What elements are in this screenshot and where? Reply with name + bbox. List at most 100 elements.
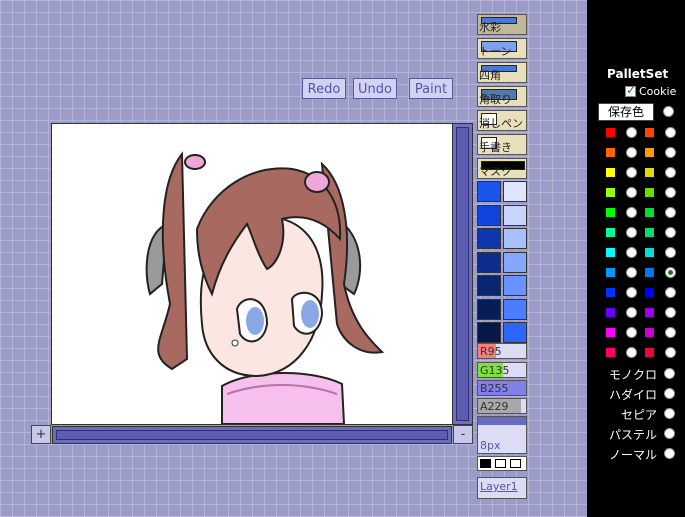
mask-mode-white-1[interactable] [495,459,506,468]
palette-color-dot[interactable] [645,188,654,197]
color-swatch[interactable] [503,298,527,320]
palette-preset-radio[interactable] [664,448,675,459]
tool-freehand[interactable]: 手書き [477,134,527,155]
color-swatch[interactable] [477,275,501,296]
mask-mode-selector[interactable] [477,456,527,471]
palette-color-dot[interactable] [645,248,654,257]
palette-preset-radio[interactable] [664,368,675,379]
palette-color-dot[interactable] [645,148,654,157]
palette-radio[interactable] [665,247,676,258]
palette-color-dot[interactable] [606,288,615,297]
palette-radio[interactable] [626,327,637,338]
palette-radio[interactable] [626,307,637,318]
zoom-out-button[interactable]: - [453,425,473,444]
palette-radio[interactable] [665,267,676,278]
paint-button[interactable]: Paint [409,78,453,99]
checkmark-icon: ✓ [626,83,637,97]
palette-radio[interactable] [626,227,637,238]
red-slider[interactable]: R95 [477,343,527,359]
palette-radio[interactable] [665,347,676,358]
palette-color-dot[interactable] [606,148,615,157]
palette-radio[interactable] [665,147,676,158]
palette-color-dot[interactable] [645,208,654,217]
palette-preset-radio[interactable] [664,388,675,399]
palette-color-dot[interactable] [606,188,615,197]
alpha-slider[interactable]: A229 [477,398,527,414]
palette-color-dot[interactable] [606,128,615,137]
color-swatch[interactable] [477,298,501,320]
palette-color-dot[interactable] [645,168,654,177]
palette-preset-radio[interactable] [664,428,675,439]
mask-mode-black[interactable] [480,459,491,468]
pen-size-selector[interactable]: 8px [477,416,527,454]
mask-mode-white-2[interactable] [510,459,521,468]
palette-preset-radio[interactable] [664,408,675,419]
blue-slider[interactable]: B255 [477,380,527,396]
palette-color-dot[interactable] [606,348,615,357]
palette-radio[interactable] [626,127,637,138]
palette-color-dot[interactable] [645,308,654,317]
save-color-button[interactable]: 保存色 [598,103,654,121]
horizontal-scrollbar[interactable] [52,426,452,444]
palette-radio[interactable] [665,287,676,298]
palette-color-dot[interactable] [606,208,615,217]
palette-color-dot[interactable] [606,248,615,257]
palette-color-dot[interactable] [645,268,654,277]
color-swatch[interactable] [503,228,527,249]
horizontal-scroll-thumb[interactable] [56,430,448,440]
save-color-radio[interactable] [663,106,674,117]
tool-corner-cut[interactable]: 角取り [477,86,527,107]
color-swatch[interactable] [503,275,527,296]
color-swatch[interactable] [503,251,527,273]
cookie-checkbox[interactable]: ✓ [625,83,637,97]
palette-radio[interactable] [626,187,637,198]
vertical-scroll-thumb[interactable] [456,127,469,421]
palette-color-dot[interactable] [645,128,654,137]
zoom-in-button[interactable]: + [31,425,51,444]
palette-radio[interactable] [665,127,676,138]
palette-radio[interactable] [626,207,637,218]
color-swatch[interactable] [503,181,527,202]
tool-eraser-pen[interactable]: 消しペン [477,110,527,131]
palette-color-dot[interactable] [606,308,615,317]
color-swatch[interactable] [503,322,527,343]
layer-selector[interactable]: Layer1 [477,477,527,499]
tool-watercolor[interactable]: 水彩 [477,14,527,35]
palette-preset-label: ノーマル [608,448,657,462]
palette-radio[interactable] [665,167,676,178]
tool-mask[interactable]: マスク [477,158,527,179]
palette-radio[interactable] [626,347,637,358]
palette-radio[interactable] [626,267,637,278]
palette-panel: PalletSet ✓ Cookie 保存色 モノクロ ハダイロ セピア パステル ノー… [587,0,685,517]
palette-color-dot[interactable] [606,268,615,277]
green-slider[interactable]: G135 [477,362,527,378]
palette-radio[interactable] [626,247,637,258]
palette-radio[interactable] [626,147,637,158]
vertical-scrollbar[interactable] [452,123,473,425]
tool-rectangle[interactable]: 四角 [477,62,527,83]
tool-tone[interactable]: トーン [477,38,527,59]
redo-button[interactable]: Redo [302,78,346,99]
palette-color-dot[interactable] [606,228,615,237]
palette-color-dot[interactable] [645,328,654,337]
palette-radio[interactable] [665,227,676,238]
palette-radio[interactable] [626,287,637,298]
palette-color-dot[interactable] [645,288,654,297]
color-swatch[interactable] [477,251,501,273]
palette-radio[interactable] [665,327,676,338]
color-swatch[interactable] [503,204,527,226]
color-swatch[interactable] [477,322,501,343]
palette-color-dot[interactable] [606,168,615,177]
palette-color-dot[interactable] [645,348,654,357]
palette-radio[interactable] [665,207,676,218]
palette-radio[interactable] [665,307,676,318]
palette-radio[interactable] [665,187,676,198]
palette-color-dot[interactable] [606,328,615,337]
palette-radio[interactable] [626,167,637,178]
palette-color-dot[interactable] [645,228,654,237]
color-swatch[interactable] [477,181,501,202]
color-swatch[interactable] [477,204,501,226]
undo-button[interactable]: Undo [353,78,397,99]
drawing-canvas[interactable] [51,123,473,425]
color-swatch[interactable] [477,228,501,249]
